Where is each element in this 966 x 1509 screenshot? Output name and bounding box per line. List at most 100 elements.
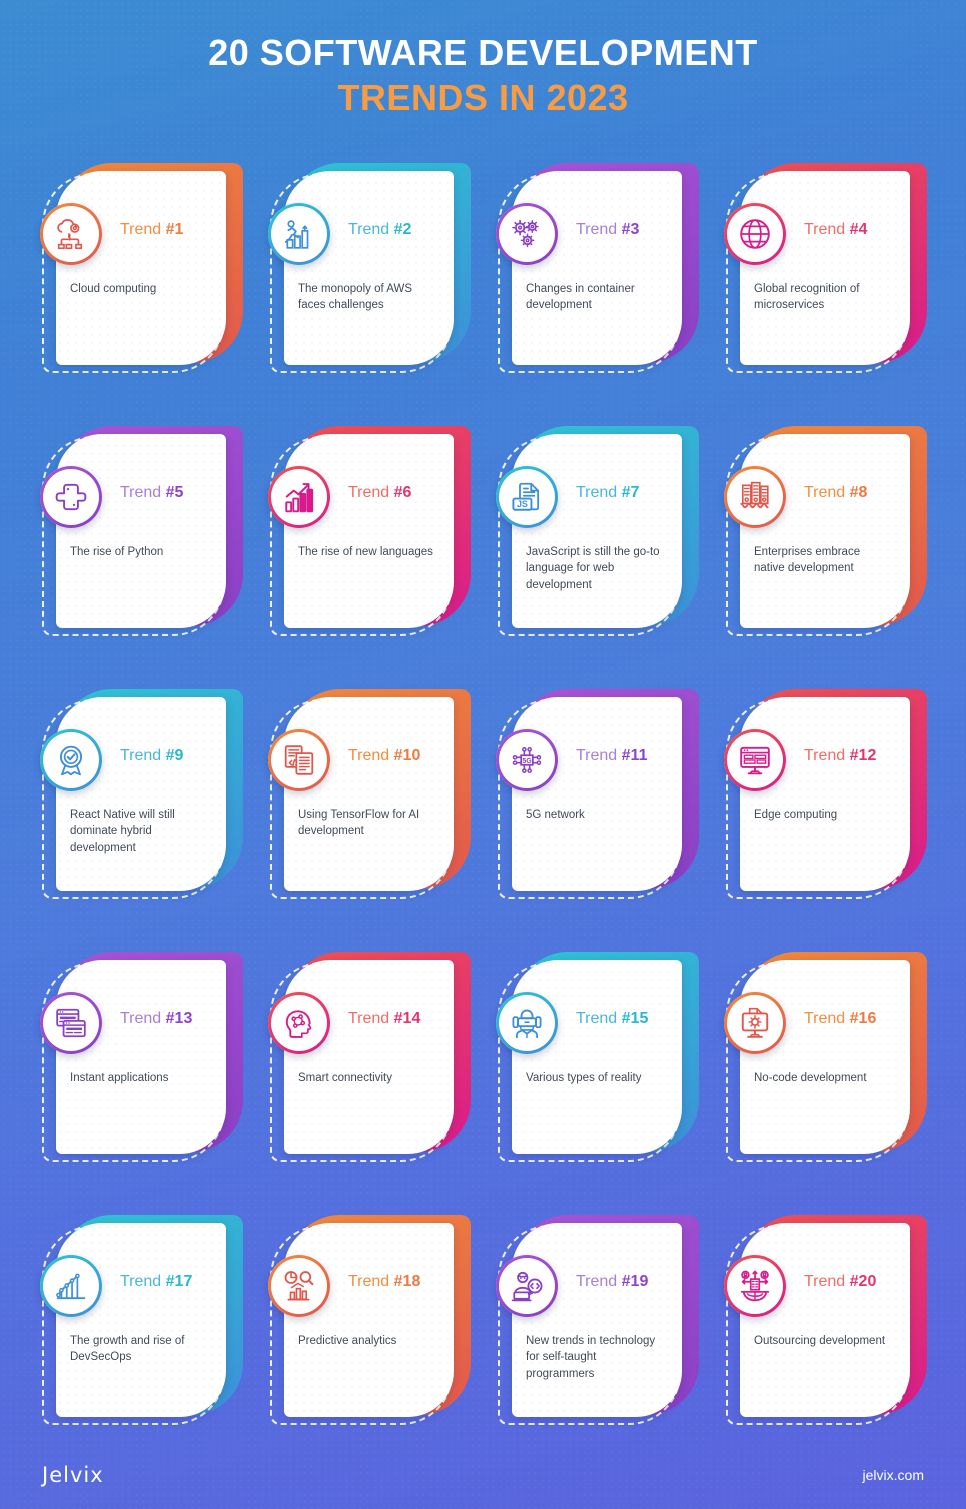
- trend-label: Trend #5: [120, 484, 183, 502]
- person-growth-icon-glyph: [284, 220, 309, 249]
- trend-description: The growth and rise of DevSecOps: [70, 1335, 185, 1364]
- buildings-icon: [724, 466, 786, 528]
- trend-card[interactable]: Trend #13 Instant applications: [40, 952, 243, 1164]
- browser-window-icon: [40, 992, 102, 1054]
- trend-card[interactable]: Trend #10 Using TensorFlow for AI develop…: [268, 689, 471, 901]
- trend-label: Trend #4: [804, 221, 867, 239]
- trend-label: Trend #11: [576, 747, 647, 765]
- trend-number: #2: [393, 221, 412, 238]
- trend-label: Trend #10: [348, 747, 420, 765]
- trend-description: Instant applications: [70, 1072, 169, 1084]
- trend-word: Trend: [576, 747, 618, 764]
- trend-label: Trend #1: [120, 221, 183, 239]
- trend-card[interactable]: 5G Trend #11 5G network: [496, 689, 699, 901]
- trend-label: Trend #20: [804, 1273, 876, 1291]
- trend-card[interactable]: Trend #4 Global recognition of microservi…: [724, 163, 927, 375]
- trend-card[interactable]: Trend #14 Smart connectivity: [268, 952, 471, 1164]
- trend-word: Trend: [804, 221, 846, 238]
- trend-description: Outsourcing development: [754, 1335, 886, 1347]
- code-documents-icon: [268, 729, 330, 791]
- trend-description: Using TensorFlow for AI development: [298, 809, 420, 838]
- trend-number: #5: [165, 484, 184, 501]
- trend-card[interactable]: JS Trend #7 JavaScript is still the go-to …: [496, 426, 699, 638]
- trend-description: Various types of reality: [526, 1072, 642, 1084]
- globe-icon: [724, 203, 786, 265]
- ai-brain-head-icon: [268, 992, 330, 1054]
- trend-label: Trend #15: [576, 1010, 648, 1028]
- cloud-gear-icon: [40, 203, 102, 265]
- trend-label: Trend #14: [348, 1010, 420, 1028]
- card-surface: [56, 1223, 226, 1417]
- trend-word: Trend: [348, 484, 390, 501]
- trend-card[interactable]: Trend #6 The rise of new languages: [268, 426, 471, 638]
- trend-number: #4: [849, 221, 868, 238]
- vr-headset-icon: [496, 992, 558, 1054]
- infographic-page: 20 SOFTWARE DEVELOPMENT TRENDS IN 2023 T…: [0, 0, 966, 1509]
- trend-word: Trend: [576, 1010, 618, 1027]
- trend-number: #19: [621, 1273, 649, 1290]
- page-footer: Jelvix jelvix.com: [0, 1463, 966, 1487]
- trend-number: #18: [393, 1273, 421, 1290]
- card-surface: [512, 434, 682, 628]
- trend-number: #16: [849, 1010, 877, 1027]
- page-header: 20 SOFTWARE DEVELOPMENT TRENDS IN 2023: [0, 0, 966, 120]
- trend-word: Trend: [348, 747, 390, 764]
- analytics-search-icon: [268, 1255, 330, 1317]
- card-surface: [740, 697, 910, 891]
- trend-card[interactable]: Trend #3 Changes in container development: [496, 163, 699, 375]
- trend-word: Trend: [576, 1273, 618, 1290]
- trend-card[interactable]: Trend #1 Cloud computing: [40, 163, 243, 375]
- card-surface: [56, 697, 226, 891]
- programmer-code-icon-glyph: [511, 1271, 543, 1302]
- trend-card[interactable]: Trend #16 No-code development: [724, 952, 927, 1164]
- trend-label: Trend #12: [804, 747, 876, 765]
- 5g-chip-icon-glyph: 5G: [512, 747, 542, 773]
- trend-card[interactable]: Trend #19 New trends in technology for se…: [496, 1215, 699, 1427]
- trend-label: Trend #16: [804, 1010, 876, 1028]
- trend-card[interactable]: Trend #12 Edge computing: [724, 689, 927, 901]
- growth-line-chart-icon: [40, 1255, 102, 1317]
- buildings-icon-glyph: [740, 481, 769, 509]
- trend-card[interactable]: Trend #8 Enterprises embrace native devel…: [724, 426, 927, 638]
- badge-check-icon-glyph: [59, 745, 83, 776]
- trend-card[interactable]: Trend #18 Predictive analytics: [268, 1215, 471, 1427]
- trend-card[interactable]: Trend #15 Various types of reality: [496, 952, 699, 1164]
- trend-description: Cloud computing: [70, 283, 157, 295]
- trend-description: The rise of Python: [70, 546, 164, 558]
- trend-description: JavaScript is still the go-to language f…: [526, 546, 660, 591]
- trend-word: Trend: [348, 1273, 390, 1290]
- trend-word: Trend: [120, 484, 162, 501]
- trend-word: Trend: [120, 1010, 162, 1027]
- trend-label: Trend #7: [576, 484, 639, 502]
- trend-label: Trend #9: [120, 747, 183, 765]
- trend-description: No-code development: [754, 1072, 867, 1084]
- trend-number: #9: [165, 747, 184, 764]
- card-surface: [740, 1223, 910, 1417]
- svg-text:JS: JS: [517, 499, 528, 509]
- card-surface: [284, 434, 454, 628]
- monitor-server-icon: [724, 729, 786, 791]
- trend-number: #13: [165, 1010, 193, 1027]
- python-icon-glyph: [55, 483, 87, 511]
- trend-card[interactable]: Trend #20 Outsourcing development: [724, 1215, 927, 1427]
- trend-word: Trend: [348, 1010, 390, 1027]
- trend-card[interactable]: Trend #5 The rise of Python: [40, 426, 243, 638]
- trend-label: Trend #18: [348, 1273, 420, 1291]
- trend-description: 5G network: [526, 809, 585, 821]
- trend-description: The rise of new languages: [298, 546, 433, 558]
- card-surface: [512, 171, 682, 365]
- trend-label: Trend #2: [348, 221, 411, 239]
- trend-card[interactable]: Trend #9 React Native will still dominate…: [40, 689, 243, 901]
- trend-label: Trend #6: [348, 484, 411, 502]
- trend-card[interactable]: Trend #17 The growth and rise of DevSecOp…: [40, 1215, 243, 1427]
- trend-description: Global recognition of microservices: [754, 283, 860, 312]
- 5g-chip-icon: 5G: [496, 729, 558, 791]
- trend-number: #12: [849, 747, 877, 764]
- trend-label: Trend #13: [120, 1010, 192, 1028]
- trend-word: Trend: [120, 1273, 162, 1290]
- trend-card[interactable]: Trend #2 The monopoly of AWS faces challe…: [268, 163, 471, 375]
- outsourcing-globe-icon: [724, 1255, 786, 1317]
- trend-word: Trend: [804, 747, 846, 764]
- analytics-search-icon-glyph: [284, 1271, 314, 1301]
- trend-description: Smart connectivity: [298, 1072, 392, 1084]
